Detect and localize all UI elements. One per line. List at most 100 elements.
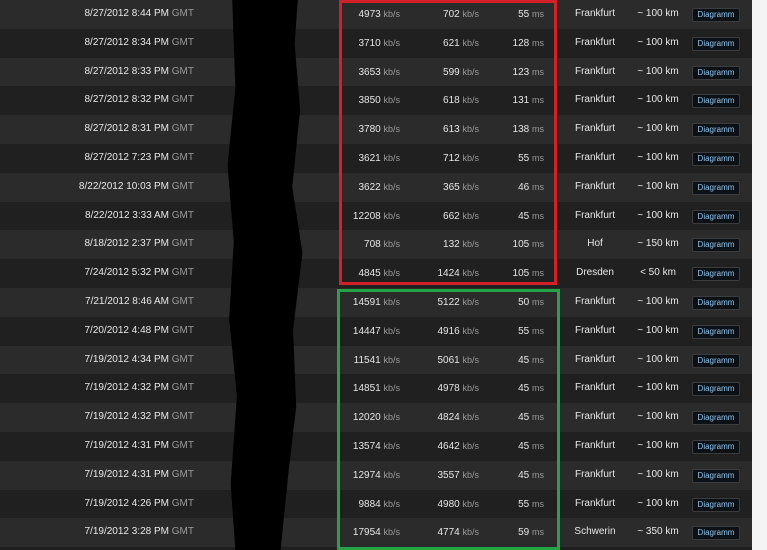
diagram-button[interactable]: Diagramm [692,65,740,80]
diagram-button[interactable]: Diagramm [692,295,740,310]
server-distance: ~ 100 km [637,353,679,365]
server-city: Hof [587,238,603,250]
server-distance: < 50 km [640,267,676,279]
server-distance: ~ 100 km [637,468,679,480]
date-text: 7/20/2012 4:48 PM [84,324,169,336]
timezone-text: GMT [171,497,194,509]
timezone-text: GMT [171,295,194,307]
server-city: Frankfurt [574,94,615,106]
server-distance: ~ 100 km [637,123,679,135]
diagram-button[interactable]: Diagramm [692,353,740,368]
timezone-text: GMT [171,209,194,221]
timezone-text: GMT [171,94,194,106]
date-cell: 7/20/2012 4:48 PM GMT [84,317,194,346]
diagram-button[interactable]: Diagramm [692,94,740,109]
server-city: Frankfurt [574,8,615,19]
timezone-text: GMT [171,36,194,48]
diagram-button[interactable]: Diagramm [692,267,740,282]
date-cell: 8/27/2012 8:33 PM GMT [84,58,194,87]
date-cell: 8/18/2012 2:37 PM GMT [84,230,194,259]
server-distance: ~ 100 km [637,382,679,394]
diagram-button[interactable]: Diagramm [692,180,740,195]
date-text: 7/19/2012 4:32 PM [84,411,169,423]
diagram-button[interactable]: Diagramm [692,8,740,22]
server-distance: ~ 100 km [637,94,679,106]
date-text: 7/19/2012 4:26 PM [84,497,169,509]
date-cell: 8/27/2012 8:44 PM GMT [84,0,194,29]
diagram-button[interactable]: Diagramm [692,526,740,541]
server-city: Frankfurt [574,209,615,221]
server-distance: ~ 100 km [637,324,679,336]
server-city: Frankfurt [574,353,615,365]
diagram-button[interactable]: Diagramm [692,209,740,224]
date-cell: 7/19/2012 4:32 PM GMT [84,374,194,403]
date-cell: 8/22/2012 3:33 AM GMT [85,202,194,231]
date-text: 7/19/2012 4:32 PM [84,382,169,394]
server-city: Frankfurt [574,468,615,480]
server-distance: ~ 100 km [637,180,679,192]
diagram-button[interactable]: Diagramm [692,238,740,253]
date-text: 8/22/2012 3:33 AM [85,209,169,221]
diagram-button[interactable]: Diagramm [692,382,740,397]
date-text: 8/27/2012 8:31 PM [84,123,169,135]
date-cell: 7/19/2012 4:31 PM GMT [84,461,194,490]
timezone-text: GMT [171,353,194,365]
diagram-button[interactable]: Diagramm [692,497,740,512]
diagram-button[interactable]: Diagramm [692,324,740,339]
date-cell: 8/27/2012 8:34 PM GMT [84,29,194,58]
date-text: 7/19/2012 4:31 PM [84,439,169,451]
server-city: Frankfurt [574,123,615,135]
date-text: 7/19/2012 3:28 PM [84,526,169,538]
date-cell: 7/24/2012 5:32 PM GMT [84,259,194,288]
server-distance: ~ 100 km [637,65,679,77]
date-text: 7/19/2012 4:34 PM [84,353,169,365]
date-text: 8/27/2012 8:32 PM [84,94,169,106]
diagram-button[interactable]: Diagramm [692,468,740,483]
server-city: Frankfurt [574,180,615,192]
server-city: Frankfurt [574,65,615,77]
date-text: 8/27/2012 8:33 PM [84,65,169,77]
server-distance: ~ 100 km [637,36,679,48]
date-text: 7/24/2012 5:32 PM [84,267,169,279]
date-text: 7/21/2012 8:46 AM [85,295,169,307]
date-text: 8/18/2012 2:37 PM [84,238,169,250]
diagram-button[interactable]: Diagramm [692,36,740,51]
timezone-text: GMT [171,382,194,394]
date-cell: 7/19/2012 4:32 PM GMT [84,403,194,432]
date-text: 8/27/2012 8:44 PM [84,8,169,19]
server-distance: ~ 100 km [637,295,679,307]
green-highlight-box [337,289,560,550]
server-city: Frankfurt [574,295,615,307]
server-distance: ~ 150 km [637,238,679,250]
server-city: Dresden [576,267,614,279]
date-cell: 7/19/2012 4:34 PM GMT [84,346,194,375]
server-city: Frankfurt [574,151,615,163]
date-text: 7/19/2012 4:31 PM [84,468,169,480]
timezone-text: GMT [171,65,194,77]
diagram-button[interactable]: Diagramm [692,123,740,138]
timezone-text: GMT [171,324,194,336]
timezone-text: GMT [171,123,194,135]
date-cell: 8/27/2012 7:23 PM GMT [84,144,194,173]
diagram-button[interactable]: Diagramm [692,439,740,454]
date-cell: 7/19/2012 3:28 PM GMT [84,518,194,547]
date-cell: 7/21/2012 8:46 AM GMT [85,288,194,317]
server-distance: ~ 100 km [637,8,679,19]
server-city: Frankfurt [574,382,615,394]
timezone-text: GMT [171,180,194,192]
page-edge [752,0,767,550]
server-distance: ~ 100 km [637,151,679,163]
red-highlight-box [339,0,557,285]
server-city: Schwerin [574,526,616,538]
timezone-text: GMT [171,267,194,279]
diagram-button[interactable]: Diagramm [692,411,740,426]
server-city: Frankfurt [574,411,615,423]
timezone-text: GMT [171,468,194,480]
date-text: 8/27/2012 8:34 PM [84,36,169,48]
server-distance: ~ 100 km [637,209,679,221]
server-city: Frankfurt [574,439,615,451]
server-distance: ~ 100 km [637,411,679,423]
date-cell: 8/27/2012 8:32 PM GMT [84,86,194,115]
date-cell: 7/19/2012 4:26 PM GMT [84,490,194,519]
diagram-button[interactable]: Diagramm [692,151,740,166]
